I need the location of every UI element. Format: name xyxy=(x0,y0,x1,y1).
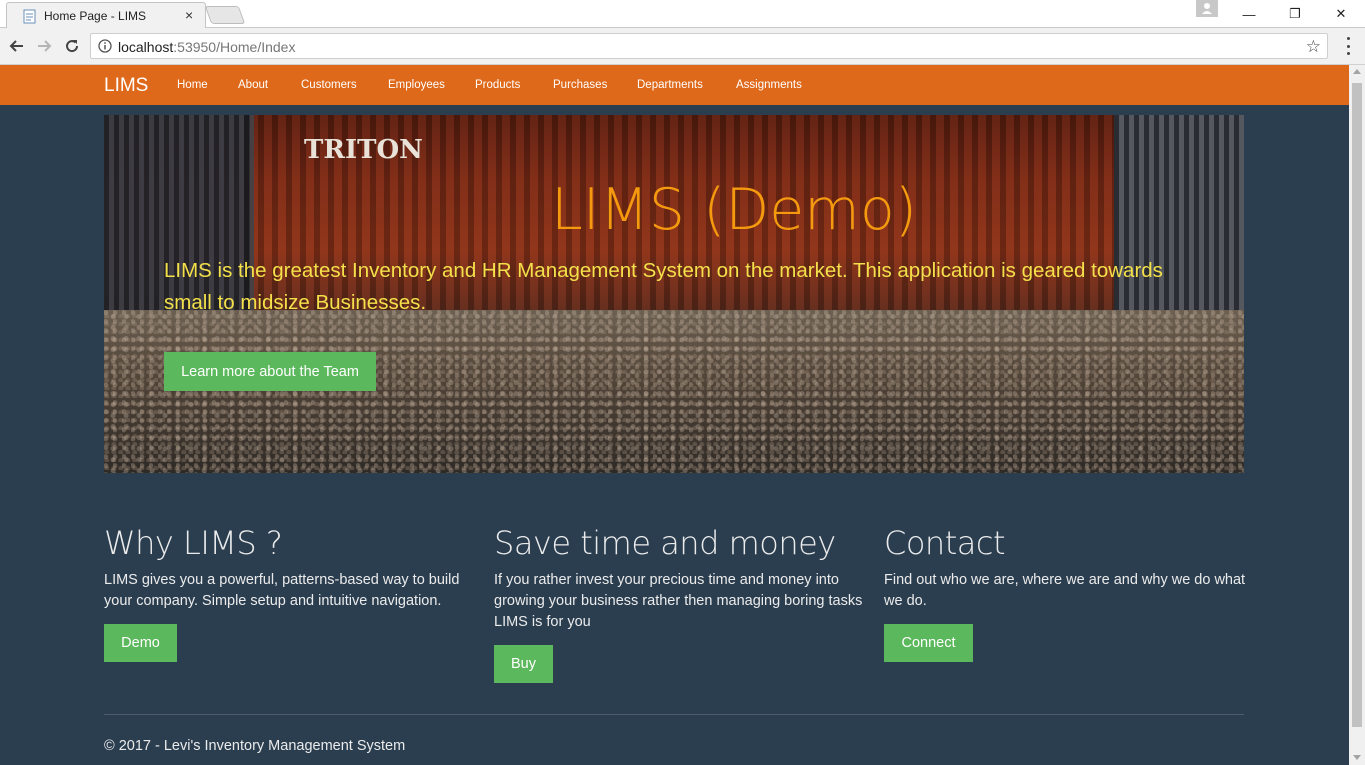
buy-button[interactable]: Buy xyxy=(494,645,553,683)
gravel-ground xyxy=(104,310,1244,473)
browser-toolbar: localhost:53950/Home/Index ☆ xyxy=(0,28,1365,65)
new-tab-button[interactable] xyxy=(204,6,246,24)
tab-title: Home Page - LIMS xyxy=(44,9,147,23)
demo-button[interactable]: Demo xyxy=(104,624,177,662)
nav-link-employees[interactable]: Employees xyxy=(388,79,445,91)
nav-link-assignments[interactable]: Assignments xyxy=(736,79,802,91)
page-scrollbar[interactable] xyxy=(1349,65,1365,765)
brand-link[interactable]: LIMS xyxy=(104,75,148,97)
nav-link-home[interactable]: Home xyxy=(177,79,208,91)
url-path: :53950/Home/Index xyxy=(173,39,296,55)
page-icon xyxy=(23,9,36,24)
browser-menu-icon[interactable] xyxy=(1341,37,1355,55)
contact-text: Find out who we are, where we are and wh… xyxy=(884,572,1246,609)
why-lims-text: LIMS gives you a powerful, patterns-base… xyxy=(104,572,460,609)
browser-chrome: Home Page - LIMS × — ❐ ✕ localhost:53950… xyxy=(0,0,1365,65)
close-window-button[interactable]: ✕ xyxy=(1318,0,1364,28)
hero-banner: TRITON LIMS (Demo) LIMS is the greatest … xyxy=(104,115,1244,473)
restore-button[interactable]: ❐ xyxy=(1272,0,1318,28)
nav-link-purchases[interactable]: Purchases xyxy=(553,79,607,91)
browser-tab[interactable]: Home Page - LIMS × xyxy=(6,2,206,28)
scroll-down-arrow-icon[interactable] xyxy=(1353,755,1361,760)
address-bar[interactable]: localhost:53950/Home/Index ☆ xyxy=(90,33,1328,59)
url-text: localhost:53950/Home/Index xyxy=(118,39,295,55)
scroll-thumb[interactable] xyxy=(1352,83,1362,727)
page-content: LIMS Home About Customers Employees Prod… xyxy=(0,65,1349,765)
scroll-up-arrow-icon[interactable] xyxy=(1353,69,1361,74)
profile-icon[interactable] xyxy=(1196,0,1218,17)
back-icon[interactable] xyxy=(5,34,29,58)
learn-more-button[interactable]: Learn more about the Team xyxy=(164,352,376,391)
why-lims-heading: Why LIMS ? xyxy=(104,524,283,562)
bookmark-star-icon[interactable]: ☆ xyxy=(1306,37,1321,57)
tab-strip: Home Page - LIMS × — ❐ ✕ xyxy=(0,0,1365,28)
contact-heading: Contact xyxy=(884,524,1006,562)
info-icon[interactable] xyxy=(98,39,112,53)
minimize-button[interactable]: — xyxy=(1226,0,1272,28)
forward-icon[interactable] xyxy=(32,34,56,58)
save-time-heading: Save time and money xyxy=(494,524,836,562)
site-navbar: LIMS Home About Customers Employees Prod… xyxy=(0,65,1349,105)
nav-link-about[interactable]: About xyxy=(238,79,268,91)
footer-divider xyxy=(104,714,1244,715)
footer-copyright: © 2017 - Levi's Inventory Management Sys… xyxy=(104,738,406,754)
hero-title: LIMS (Demo) xyxy=(551,177,917,243)
nav-link-products[interactable]: Products xyxy=(475,79,520,91)
close-tab-icon[interactable]: × xyxy=(185,7,193,23)
container-lettering: TRITON xyxy=(304,137,423,164)
save-time-text: If you rather invest your precious time … xyxy=(494,572,863,630)
url-host: localhost xyxy=(118,39,174,55)
nav-link-departments[interactable]: Departments xyxy=(637,79,703,91)
hero-lead: LIMS is the greatest Inventory and HR Ma… xyxy=(164,259,1163,314)
nav-link-customers[interactable]: Customers xyxy=(301,79,357,91)
reload-icon[interactable] xyxy=(60,34,84,58)
connect-button[interactable]: Connect xyxy=(884,624,973,662)
